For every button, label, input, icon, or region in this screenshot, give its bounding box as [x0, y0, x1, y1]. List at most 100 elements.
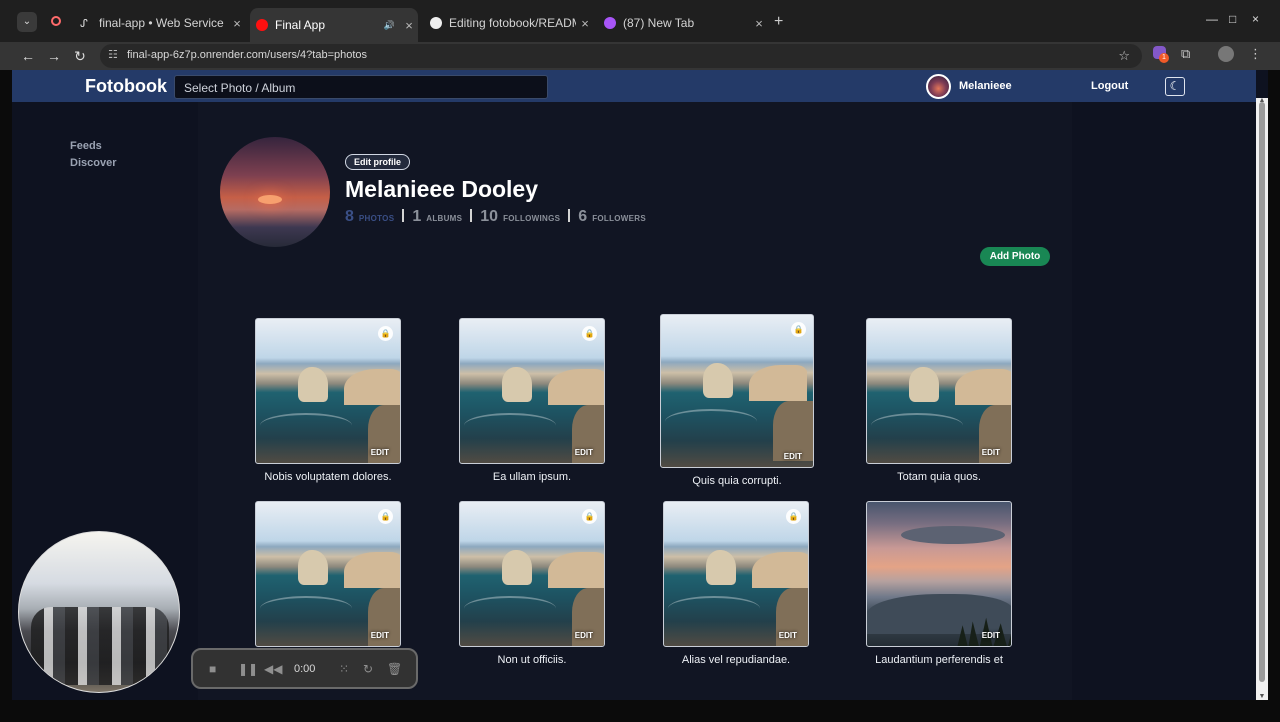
arrow-right-icon[interactable]: →	[44, 46, 64, 66]
tab-github-readme[interactable]: Editing fotobook/README ×	[424, 8, 594, 38]
followers-label[interactable]: FOLLOWERS	[592, 214, 646, 223]
photo-card[interactable]: 🔒 EDIT Nobis voluptatem dolores.	[255, 318, 401, 483]
close-icon[interactable]: ×	[576, 16, 594, 31]
site-settings-icon[interactable]: ☷	[108, 48, 122, 62]
rewind-icon[interactable]: ◀◀	[264, 662, 282, 676]
web-page: Fotobook Select Photo / Album Melanieee …	[12, 70, 1268, 700]
arrow-left-icon[interactable]: ←	[18, 46, 38, 66]
scroll-down-arrow-icon[interactable]: ▼	[1258, 693, 1266, 700]
record-icon[interactable]	[51, 16, 61, 26]
photo-thumbnail[interactable]: 🔒 EDIT	[255, 501, 401, 647]
extension-badge-icon[interactable]: 1	[1153, 46, 1169, 63]
stop-recording-button[interactable]: ■	[209, 662, 216, 676]
user-avatar[interactable]	[926, 74, 951, 99]
chevron-down-icon[interactable]: ⌄	[17, 12, 37, 32]
photo-surf	[260, 413, 352, 438]
lock-icon: 🔒	[786, 509, 801, 524]
photos-count[interactable]: 8	[345, 208, 354, 226]
edit-photo-button[interactable]: EDIT	[371, 448, 389, 457]
edit-photo-button[interactable]: EDIT	[575, 631, 593, 640]
photo-caption: Non ut officiis.	[497, 654, 567, 666]
photo-cliff	[749, 365, 807, 401]
photo-cliff	[344, 552, 400, 588]
followings-count[interactable]: 10	[480, 208, 498, 226]
brand-logo[interactable]: Fotobook	[85, 76, 167, 97]
close-icon[interactable]: ×	[750, 16, 768, 31]
avatar[interactable]	[1218, 46, 1234, 62]
scrollbar-thumb[interactable]	[1259, 102, 1265, 682]
reload-icon[interactable]: ↻	[70, 46, 90, 66]
photo-card[interactable]: EDIT Totam quia quos.	[866, 318, 1012, 483]
profile-picture	[220, 137, 330, 247]
albums-label[interactable]: ALBUMS	[426, 214, 462, 223]
followers-count[interactable]: 6	[578, 208, 587, 226]
tab-new-tab[interactable]: (87) New Tab ×	[598, 8, 768, 38]
tab-title: final-app • Web Service	[99, 16, 224, 30]
app-navbar: Fotobook Select Photo / Album Melanieee …	[12, 70, 1256, 102]
speaker-icon[interactable]: 🔊	[384, 20, 395, 31]
new-tab-button[interactable]: +	[774, 13, 783, 31]
moon-icon[interactable]: ☾	[1165, 77, 1185, 96]
edit-profile-button[interactable]: Edit profile	[345, 154, 410, 170]
maximize-icon[interactable]: □	[1229, 12, 1236, 26]
photo-cliff	[502, 367, 532, 402]
tab-web-service[interactable]: ᔑ final-app • Web Service ×	[74, 8, 246, 38]
edit-photo-button[interactable]: EDIT	[779, 631, 797, 640]
lock-icon: 🔒	[582, 326, 597, 341]
photo-thumbnail[interactable]: 🔒 EDIT	[660, 314, 814, 468]
sidebar-item-discover[interactable]: Discover	[70, 157, 116, 169]
photo-thumbnail[interactable]: EDIT	[866, 318, 1012, 464]
photo-caption: Quis quia corrupti.	[692, 475, 782, 487]
star-icon[interactable]: ☆	[1118, 48, 1130, 64]
restart-icon[interactable]: ↻	[363, 662, 373, 676]
photo-thumbnail[interactable]: 🔒 EDIT	[255, 318, 401, 464]
page-scrollbar[interactable]: ▲ ▼	[1256, 97, 1268, 700]
photo-cliff	[344, 369, 400, 405]
url-text[interactable]: final-app-6z7p.onrender.com/users/4?tab=…	[127, 49, 367, 61]
photo-cliff	[909, 367, 939, 402]
followings-label[interactable]: FOLLOWINGS	[503, 214, 560, 223]
tab-title: (87) New Tab	[623, 16, 695, 30]
close-icon[interactable]: ×	[400, 18, 418, 33]
photo-cliff	[548, 369, 604, 405]
lock-icon: 🔒	[378, 326, 393, 341]
photo-card[interactable]: 🔒 EDIT Non ut officiis.	[459, 501, 605, 666]
omnibox[interactable]: ☷ final-app-6z7p.onrender.com/users/4?ta…	[100, 44, 1142, 68]
photo-cliff	[502, 550, 532, 585]
add-photo-button[interactable]: Add Photo	[980, 247, 1050, 266]
edit-photo-button[interactable]: EDIT	[982, 631, 1000, 640]
logout-link[interactable]: Logout	[1091, 80, 1128, 92]
sidebar-item-feeds[interactable]: Feeds	[70, 140, 116, 152]
edit-photo-button[interactable]: EDIT	[982, 448, 1000, 457]
red-site-icon	[256, 19, 268, 31]
pause-icon[interactable]: ❚❚	[238, 662, 258, 676]
tab-final-app[interactable]: Final App 🔊 ×	[250, 8, 418, 42]
photo-caption: Totam quia quos.	[897, 471, 981, 483]
minimize-icon[interactable]: —	[1206, 12, 1218, 26]
photos-label[interactable]: PHOTOS	[359, 214, 394, 223]
photo-card[interactable]: EDIT Laudantium perferendis et	[866, 501, 1012, 666]
photo-thumbnail[interactable]: EDIT	[866, 501, 1012, 647]
photo-thumbnail[interactable]: 🔒 EDIT	[459, 318, 605, 464]
albums-count[interactable]: 1	[412, 208, 421, 226]
photo-card[interactable]: 🔒 EDIT Ea ullam ipsum.	[459, 318, 605, 483]
photo-card[interactable]: 🔒 EDIT Quis quia corrupti.	[660, 314, 814, 487]
grid-icon[interactable]: ⁙	[339, 662, 349, 676]
edit-photo-button[interactable]: EDIT	[784, 452, 802, 461]
photo-thumbnail[interactable]: 🔒 EDIT	[663, 501, 809, 647]
photo-thumbnail[interactable]: 🔒 EDIT	[459, 501, 605, 647]
browser-tab-strip: ⌄ ᔑ final-app • Web Service × Final App …	[0, 0, 1280, 42]
edit-photo-button[interactable]: EDIT	[575, 448, 593, 457]
photo-card[interactable]: 🔒 EDIT	[255, 501, 401, 647]
photo-caption: Laudantium perferendis et	[875, 654, 1003, 666]
more-vertical-icon[interactable]: ⋮	[1249, 46, 1262, 62]
edit-photo-button[interactable]: EDIT	[371, 631, 389, 640]
trash-icon[interactable]: 🗑	[387, 662, 402, 676]
user-name[interactable]: Melanieee	[959, 80, 1012, 92]
sidebar: Feeds Discover	[70, 140, 116, 174]
photo-card[interactable]: 🔒 EDIT Alias vel repudiandae.	[663, 501, 809, 666]
puzzle-icon[interactable]: ⧉	[1181, 46, 1190, 62]
close-icon[interactable]: ×	[228, 16, 246, 31]
search-input[interactable]: Select Photo / Album	[174, 75, 548, 99]
close-window-icon[interactable]: ×	[1252, 12, 1259, 26]
